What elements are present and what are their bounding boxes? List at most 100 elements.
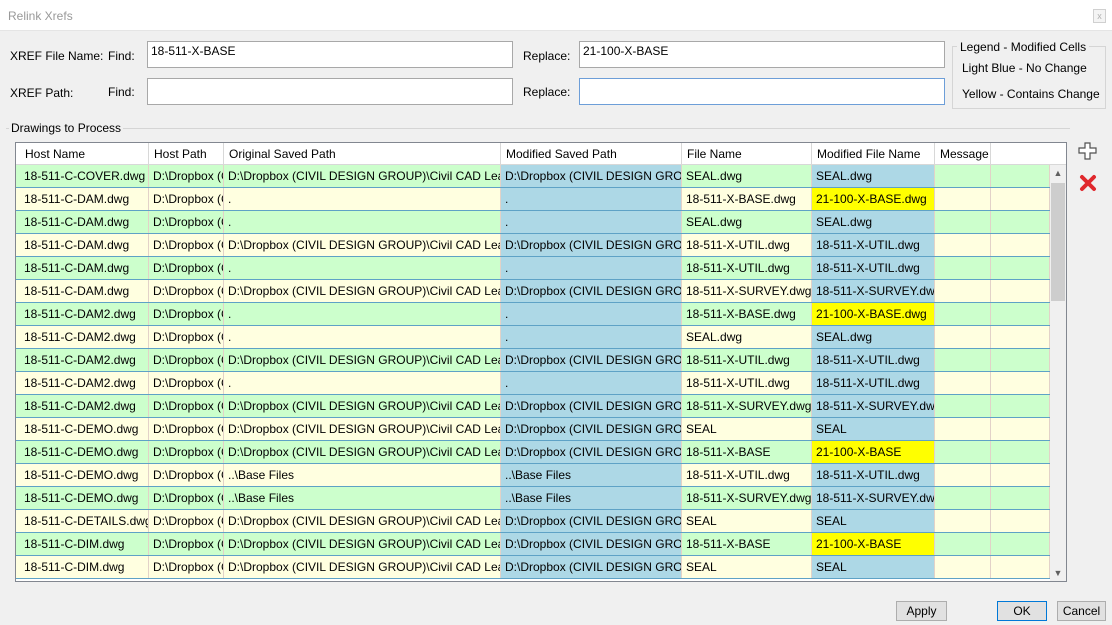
table-row[interactable]: 18-511-C-DAM.dwg D:\Dropbox (CIVIL DESIGN…: [16, 234, 1050, 257]
cell-path[interactable]: D:\Dropbox (CIVIL DESIGN GROUP)\Civil CA…: [149, 510, 224, 532]
cell-mod[interactable]: ..\Base Files: [501, 487, 682, 509]
cell-msg[interactable]: [935, 303, 991, 325]
cell-mod[interactable]: D:\Dropbox (CIVIL DESIGN GROUP)\Civil CA…: [501, 234, 682, 256]
cell-host[interactable]: 18-511-C-DAM.dwg: [20, 211, 149, 233]
cell-mfile[interactable]: SEAL.dwg: [812, 326, 935, 348]
cell-path[interactable]: D:\Dropbox (CIVIL DESIGN GROUP)\Civil CA…: [149, 257, 224, 279]
cell-host[interactable]: 18-511-C-DAM2.dwg: [20, 395, 149, 417]
cell-orig[interactable]: D:\Dropbox (CIVIL DESIGN GROUP)\Civil CA…: [224, 441, 501, 463]
cell-mod[interactable]: D:\Dropbox (CIVIL DESIGN GROUP)\Civil CA…: [501, 165, 682, 187]
cell-file[interactable]: 18-511-X-BASE: [682, 533, 812, 555]
cell-msg[interactable]: [935, 395, 991, 417]
cell-orig[interactable]: D:\Dropbox (CIVIL DESIGN GROUP)\Civil CA…: [224, 556, 501, 578]
table-row[interactable]: 18-511-C-DEMO.dwg D:\Dropbox (CIVIL DESIG…: [16, 418, 1050, 441]
table-row[interactable]: 18-511-C-DAM.dwgD:\Dropbox (CIVIL DESIGN…: [16, 280, 1050, 303]
cell-orig[interactable]: .: [224, 303, 501, 325]
cell-path[interactable]: D:\Dropbox (CIVIL DESIGN GROUP)\Civil CA…: [149, 487, 224, 509]
cell-mod[interactable]: .: [501, 257, 682, 279]
cell-orig[interactable]: ..\Base Files: [224, 464, 501, 486]
table-row[interactable]: 18-511-C-DIM.dwgD:\Dropbox (CIVIL DESIGN…: [16, 556, 1050, 579]
cell-msg[interactable]: [935, 326, 991, 348]
cell-orig[interactable]: .: [224, 372, 501, 394]
cell-host[interactable]: 18-511-C-DAM.dwg: [20, 280, 149, 302]
file-find-input[interactable]: 18-511-X-BASE: [147, 41, 513, 68]
cell-orig[interactable]: D:\Dropbox (CIVIL DESIGN GROUP)\Civil CA…: [224, 349, 501, 371]
table-row[interactable]: 18-511-C-DAM.dwgD:\Dropbox (CIVIL DESIGN…: [16, 188, 1050, 211]
cell-orig[interactable]: D:\Dropbox (CIVIL DESIGN GROUP)\Civil CA…: [224, 234, 501, 256]
cell-mod[interactable]: .: [501, 326, 682, 348]
apply-button[interactable]: Apply: [896, 601, 947, 621]
cell-mfile[interactable]: 18-511-X-SURVEY.dwg: [812, 395, 935, 417]
cell-path[interactable]: D:\Dropbox (CIVIL DESIGN GROUP)\Civil CA…: [149, 188, 224, 210]
cell-host[interactable]: 18-511-C-DAM2.dwg: [20, 372, 149, 394]
cell-path[interactable]: D:\Dropbox (CIVIL DESIGN GROUP)\Civil CA…: [149, 533, 224, 555]
cell-path[interactable]: D:\Dropbox (CIVIL DESIGN GROUP)\Civil CA…: [149, 280, 224, 302]
cell-file[interactable]: 18-511-X-BASE.dwg: [682, 188, 812, 210]
table-row[interactable]: 18-511-C-DEMO.dwgD:\Dropbox (CIVIL DESIG…: [16, 464, 1050, 487]
cell-host[interactable]: 18-511-C-DAM.dwg: [20, 234, 149, 256]
cell-file[interactable]: 18-511-X-SURVEY.dwg: [682, 395, 812, 417]
cell-host[interactable]: 18-511-C-DEMO.dwg: [20, 464, 149, 486]
cell-mfile[interactable]: SEAL: [812, 510, 935, 532]
cell-msg[interactable]: [935, 257, 991, 279]
cell-host[interactable]: 18-511-C-DEMO.dwg: [20, 487, 149, 509]
cell-msg[interactable]: [935, 165, 991, 187]
cell-orig[interactable]: .: [224, 188, 501, 210]
cell-mod[interactable]: D:\Dropbox (CIVIL DESIGN GROUP)\Civil CA…: [501, 441, 682, 463]
path-find-input[interactable]: [147, 78, 513, 105]
cell-host[interactable]: 18-511-C-DIM.dwg: [20, 533, 149, 555]
cell-orig[interactable]: D:\Dropbox (CIVIL DESIGN GROUP)\Civil CA…: [224, 418, 501, 440]
cell-file[interactable]: 18-511-X-UTIL.dwg: [682, 257, 812, 279]
table-row[interactable]: 18-511-C-DAM.dwgD:\Dropbox (CIVIL DESIGN…: [16, 211, 1050, 234]
cell-mod[interactable]: D:\Dropbox (CIVIL DESIGN GROUP)\Civil CA…: [501, 533, 682, 555]
cell-mfile[interactable]: 18-511-X-SURVEY.dwg: [812, 487, 935, 509]
cell-msg[interactable]: [935, 556, 991, 578]
table-row[interactable]: 18-511-C-DAM2.dwgD:\Dropbox (CIVIL DESIG…: [16, 395, 1050, 418]
table-row[interactable]: 18-511-C-DIM.dwgD:\Dropbox (CIVIL DESIGN…: [16, 533, 1050, 556]
cell-msg[interactable]: [935, 464, 991, 486]
column-header[interactable]: Message: [935, 143, 991, 165]
table-row[interactable]: 18-511-C-DEMO.dwgD:\Dropbox (CIVIL DESIG…: [16, 441, 1050, 464]
table-row[interactable]: 18-511-C-DAM2.dwgD:\Dropbox (CIVIL DESIG…: [16, 372, 1050, 395]
cell-file[interactable]: SEAL.dwg: [682, 326, 812, 348]
table-row[interactable]: 18-511-C-DAM2.dwgD:\Dropbox (CIVIL DESIG…: [16, 326, 1050, 349]
cell-mod[interactable]: ..\Base Files: [501, 464, 682, 486]
cell-mod[interactable]: D:\Dropbox (CIVIL DESIGN GROUP)\Civil CA…: [501, 418, 682, 440]
cell-msg[interactable]: [935, 418, 991, 440]
cell-msg[interactable]: [935, 280, 991, 302]
cell-orig[interactable]: .: [224, 257, 501, 279]
cell-host[interactable]: 18-511-C-DAM2.dwg: [20, 349, 149, 371]
cell-msg[interactable]: [935, 533, 991, 555]
delete-row-button[interactable]: [1077, 172, 1099, 194]
cell-msg[interactable]: [935, 441, 991, 463]
cell-host[interactable]: 18-511-C-COVER.dwg: [20, 165, 149, 187]
cell-mfile[interactable]: SEAL: [812, 418, 935, 440]
cell-orig[interactable]: D:\Dropbox (CIVIL DESIGN GROUP)\Civil CA…: [224, 280, 501, 302]
cell-file[interactable]: SEAL: [682, 510, 812, 532]
column-header[interactable]: Host Name: [20, 143, 149, 165]
cell-mfile[interactable]: 21-100-X-BASE: [812, 533, 935, 555]
cell-mod[interactable]: D:\Dropbox (CIVIL DESIGN GROUP)\Civil CA…: [501, 556, 682, 578]
cell-file[interactable]: 18-511-X-SURVEY.dwg: [682, 280, 812, 302]
cell-mod[interactable]: D:\Dropbox (CIVIL DESIGN GROUP)\Civil CA…: [501, 510, 682, 532]
cell-path[interactable]: D:\Dropbox (CIVIL DESIGN GROUP)\Civil CA…: [149, 556, 224, 578]
cell-msg[interactable]: [935, 349, 991, 371]
table-row[interactable]: 18-511-C-DAM2.dwgD:\Dropbox (CIVIL DESIG…: [16, 349, 1050, 372]
cell-file[interactable]: 18-511-X-UTIL.dwg: [682, 464, 812, 486]
cell-path[interactable]: D:\Dropbox (CIVIL DESIGN GROUP)\Civil CA…: [149, 349, 224, 371]
cell-mfile[interactable]: 18-511-X-UTIL.dwg: [812, 372, 935, 394]
cell-mfile[interactable]: 18-511-X-UTIL.dwg: [812, 234, 935, 256]
add-row-button[interactable]: [1077, 141, 1099, 161]
path-replace-input[interactable]: [579, 78, 945, 105]
scroll-thumb[interactable]: [1051, 183, 1065, 301]
cell-path[interactable]: D:\Dropbox (CIVIL DESIGN GROUP)\Civil CA…: [149, 372, 224, 394]
cell-msg[interactable]: [935, 372, 991, 394]
cell-file[interactable]: 18-511-X-BASE: [682, 441, 812, 463]
cancel-button[interactable]: Cancel: [1057, 601, 1106, 621]
vertical-scrollbar[interactable]: ▲ ▼: [1050, 165, 1066, 581]
cell-file[interactable]: 18-511-X-BASE.dwg: [682, 303, 812, 325]
cell-mod[interactable]: D:\Dropbox (CIVIL DESIGN GROUP)\Civil CA…: [501, 349, 682, 371]
cell-mfile[interactable]: 18-511-X-UTIL.dwg: [812, 257, 935, 279]
cell-host[interactable]: 18-511-C-DEMO.dwg: [20, 418, 149, 440]
cell-path[interactable]: D:\Dropbox (CIVIL DESIGN GROUP)\Civil CA…: [149, 395, 224, 417]
